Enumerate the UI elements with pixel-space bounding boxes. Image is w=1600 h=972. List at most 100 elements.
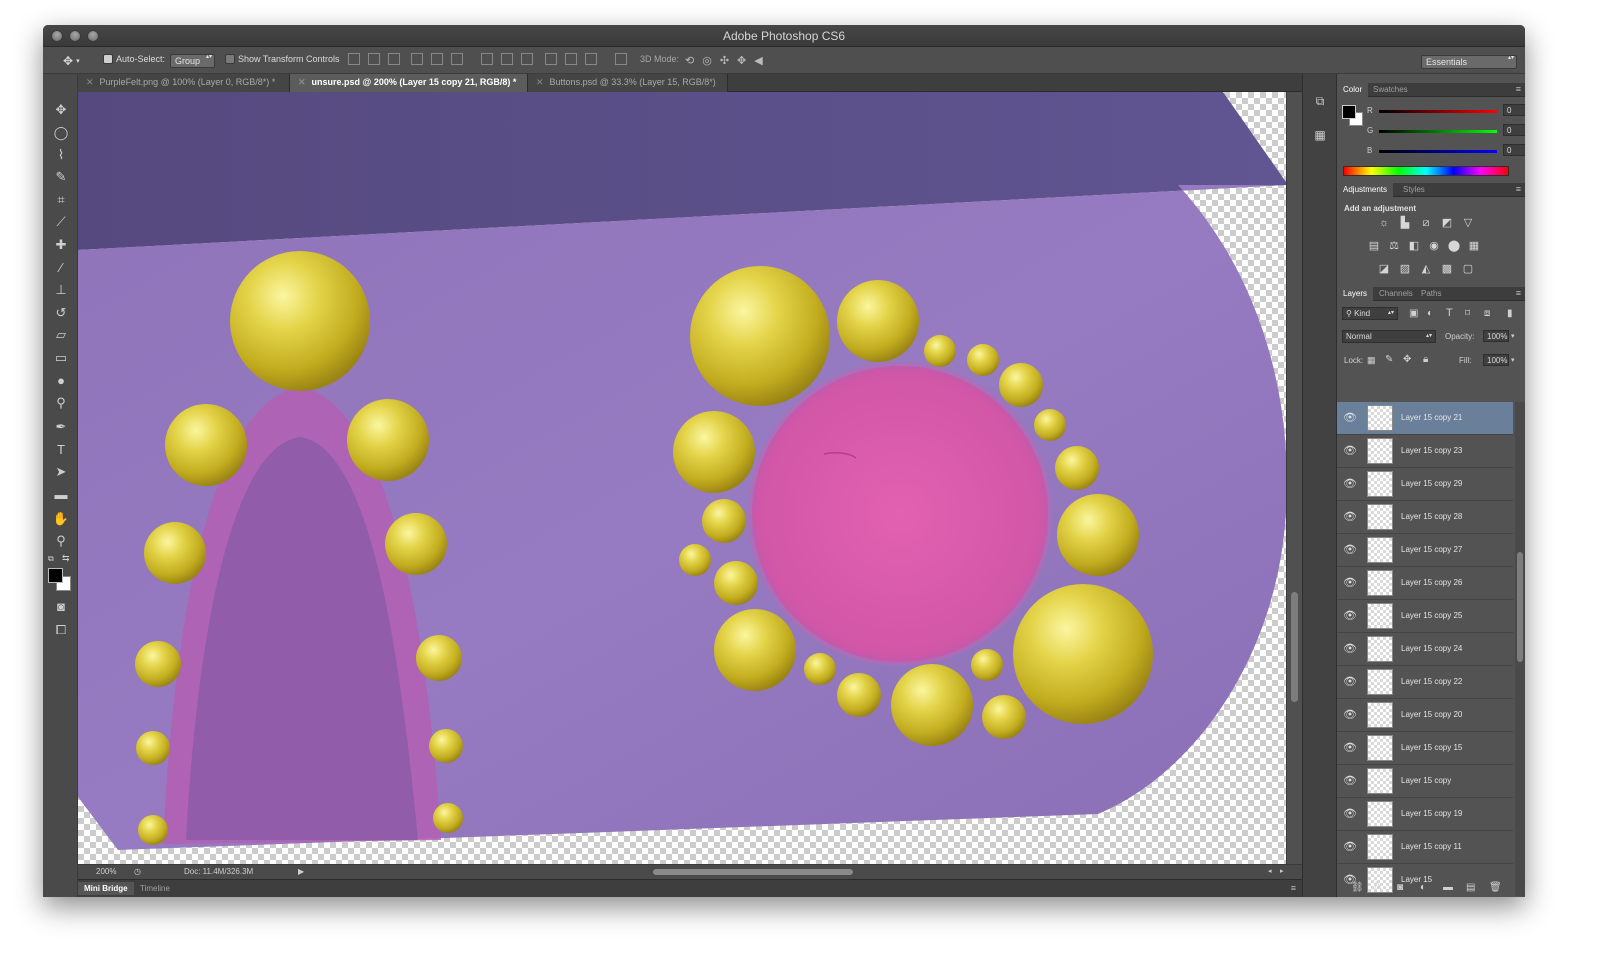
eye-icon[interactable]: 👁︎ [1343,708,1357,722]
layers-scrollbar[interactable] [1515,402,1525,896]
tab-styles[interactable]: Styles [1397,183,1431,197]
distribute-right-icon[interactable] [585,53,597,65]
zoom-tool-icon[interactable]: ⚲ [51,531,71,551]
quick-mask-icon[interactable]: ◙ [51,597,71,617]
move-tool-preset[interactable]: ✥ ▾ [63,54,80,68]
tab-paths[interactable]: Paths [1415,287,1447,301]
hue-saturation-icon[interactable]: ▤ [1367,240,1381,252]
layers-panel-menu-icon[interactable]: ≡ [1516,288,1521,298]
properties-panel-icon[interactable]: ▦ [1312,128,1328,144]
color-balance-icon[interactable]: ⚖ [1387,240,1401,252]
drag-3d-icon[interactable]: ✣ [720,54,729,67]
layer-row[interactable]: 👁︎ Layer 15 copy 29 [1337,468,1513,501]
dodge-tool-icon[interactable]: ⚲ [51,393,71,413]
distribute-hcenter-icon[interactable] [565,53,577,65]
eye-icon[interactable]: 👁︎ [1343,576,1357,590]
blue-slider[interactable] [1379,150,1497,153]
auto-align-icon[interactable] [615,53,627,65]
opacity-field[interactable]: 100% [1483,330,1509,342]
adjustments-panel-menu-icon[interactable]: ≡ [1516,184,1521,194]
eye-icon[interactable]: 👁︎ [1343,741,1357,755]
add-mask-icon[interactable]: ◙ [1397,882,1403,893]
shape-tool-icon[interactable]: ▬ [51,485,71,505]
tab-mini-bridge[interactable]: Mini Bridge [78,882,134,895]
lock-all-icon[interactable]: 🔒︎ [1423,354,1428,365]
invert-icon[interactable]: ◪ [1377,263,1391,275]
rotate-3d-icon[interactable]: ⟲ [685,54,694,67]
panel-menu-icon[interactable]: ≡ [1291,883,1296,893]
doc-tab-unsure[interactable]: ✕ unsure.psd @ 200% (Layer 15 copy 21, RG… [290,74,528,92]
eye-icon[interactable]: 👁︎ [1343,543,1357,557]
color-panel-menu-icon[interactable]: ≡ [1516,84,1521,94]
curves-icon[interactable]: ⧄ [1419,217,1433,229]
layer-style-icon[interactable]: fx [1374,881,1382,892]
document-canvas[interactable] [78,92,1286,864]
distribute-top-icon[interactable] [481,53,493,65]
layer-row[interactable]: 👁︎ Layer 15 copy 19 [1337,798,1513,831]
blur-tool-icon[interactable]: ● [51,371,71,391]
eye-icon[interactable]: 👁︎ [1343,675,1357,689]
blend-mode-dropdown[interactable]: Normal ▴▾ [1342,330,1436,343]
brush-tool-icon[interactable]: ∕ [51,258,71,278]
lasso-tool-icon[interactable]: ⌇ [51,145,71,165]
eye-icon[interactable]: 👁︎ [1343,411,1357,425]
new-layer-icon[interactable]: ▤ [1466,882,1475,893]
tab-timeline[interactable]: Timeline [134,882,176,895]
layer-row[interactable]: 👁︎ Layer 15 copy 23 [1337,435,1513,468]
clone-stamp-tool-icon[interactable]: ⊥ [51,280,71,300]
color-lookup-icon[interactable]: ▦ [1467,240,1481,252]
tab-color[interactable]: Color [1337,83,1369,97]
close-tab-icon[interactable]: ✕ [298,77,306,87]
filter-toggle-icon[interactable]: ▮ [1507,308,1513,319]
layer-row[interactable]: 👁︎ Layer 15 copy [1337,765,1513,798]
link-layers-icon[interactable]: ⛓ [1351,882,1364,893]
default-colors-icon[interactable]: ⧉ [48,554,54,564]
levels-icon[interactable]: ▙ [1398,217,1412,229]
align-left-icon[interactable] [411,53,423,65]
eye-icon[interactable]: 👁︎ [1343,774,1357,788]
layers-scroll-thumb[interactable] [1517,552,1523,662]
scroll-right-icon[interactable]: ▸ [1280,867,1284,875]
lock-pixels-icon[interactable]: ✎ [1385,354,1393,365]
eye-icon[interactable]: 👁︎ [1343,642,1357,656]
eye-icon[interactable]: 👁︎ [1343,807,1357,821]
layer-row[interactable]: 👁︎ Layer 15 copy 24 [1337,633,1513,666]
layer-filter-kind-dropdown[interactable]: ⚲ Kind ▴▾ [1342,307,1398,320]
show-transform-checkbox[interactable]: Show Transform Controls [225,54,340,64]
auto-select-dropdown[interactable]: Group [170,54,216,68]
close-tab-icon[interactable]: ✕ [536,77,544,87]
distribute-left-icon[interactable] [545,53,557,65]
history-brush-tool-icon[interactable]: ↺ [51,303,71,323]
fill-slider-arrow-icon[interactable]: ▾ [1511,356,1515,364]
new-adjustment-layer-icon[interactable]: ◐ [1420,882,1426,893]
horizontal-scroll-thumb[interactable] [653,869,853,875]
status-info-icon[interactable]: ◷ [134,867,141,876]
filter-shape-icon[interactable]: ⌑ [1465,308,1470,319]
workspace-dropdown[interactable]: Essentials [1421,54,1517,70]
layer-row[interactable]: 👁︎ Layer 15 copy 15 [1337,732,1513,765]
eyedropper-tool-icon[interactable]: ⟋ [51,212,71,232]
tab-swatches[interactable]: Swatches [1367,83,1414,97]
align-top-icon[interactable] [348,53,360,65]
red-value-field[interactable]: 0 [1503,104,1525,116]
history-panel-icon[interactable]: ⧉ [1312,94,1328,110]
lock-position-icon[interactable]: ✥ [1403,354,1411,365]
eye-icon[interactable]: 👁︎ [1343,510,1357,524]
tab-channels[interactable]: Channels [1373,287,1419,301]
distribute-bottom-icon[interactable] [521,53,533,65]
eye-icon[interactable]: 👁︎ [1343,477,1357,491]
healing-brush-tool-icon[interactable]: ✚ [51,235,71,255]
slide-3d-icon[interactable]: ✥ [737,54,746,67]
eye-icon[interactable]: 👁︎ [1343,609,1357,623]
photo-filter-icon[interactable]: ◉ [1427,240,1441,252]
posterize-icon[interactable]: ▨ [1398,263,1412,275]
doc-tab-buttons[interactable]: ✕ Buttons.psd @ 33.3% (Layer 15, RGB/8*) [528,74,728,92]
color-spectrum-ramp[interactable] [1343,166,1509,176]
threshold-icon[interactable]: ◭ [1419,263,1433,275]
filter-pixel-icon[interactable]: ▣ [1409,308,1418,319]
lock-transparent-icon[interactable]: ▦ [1367,355,1376,366]
layer-row[interactable]: 👁︎ Layer 15 copy 21 [1337,402,1513,435]
delete-layer-icon[interactable]: 🗑︎ [1489,882,1502,893]
eye-icon[interactable]: 👁︎ [1343,840,1357,854]
fg-color-chip[interactable] [1342,105,1356,119]
